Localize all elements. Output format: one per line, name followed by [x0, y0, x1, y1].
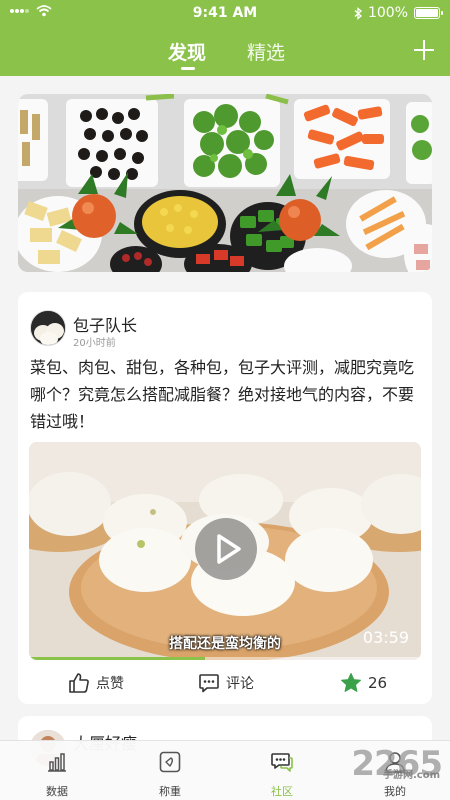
- tab-label: 我的: [384, 785, 406, 798]
- like-label: 点赞: [96, 676, 124, 692]
- star-icon: [341, 673, 361, 692]
- baozi-avatar-image: [31, 311, 65, 345]
- video-progress-fill: [29, 657, 206, 660]
- watermark-sub-text: 手游网: [382, 770, 413, 781]
- video-player[interactable]: 搭配还是蛮均衡的 03:59: [29, 442, 421, 660]
- battery-percent: 100%: [367, 5, 408, 21]
- add-post-button[interactable]: [412, 38, 436, 62]
- tab-discover[interactable]: 发现: [168, 38, 206, 65]
- bar-chart-icon: [48, 753, 66, 772]
- active-tab-indicator: [181, 67, 195, 70]
- like-button[interactable]: 点赞: [68, 672, 124, 694]
- tab-featured[interactable]: 精选: [247, 38, 285, 65]
- scale-icon: [159, 751, 181, 773]
- top-tabs: 发现 精选: [0, 38, 450, 74]
- video-progress-bar[interactable]: [29, 657, 421, 660]
- app-header: 9:41 AM 100% 发现 精选: [0, 0, 450, 76]
- bluetooth-icon: [354, 6, 362, 20]
- banner-image[interactable]: [18, 94, 432, 272]
- post-username[interactable]: 包子队长: [73, 312, 137, 336]
- thumbs-up-icon: [69, 673, 89, 693]
- site-watermark: 2265 手游网.com: [351, 744, 443, 784]
- play-icon: [217, 534, 241, 564]
- video-duration: 03:59: [362, 628, 409, 647]
- post-time: 20小时前: [73, 338, 116, 349]
- tab-label: 社区: [271, 785, 293, 798]
- comment-label: 评论: [226, 676, 254, 692]
- tab-data[interactable]: 数据: [12, 741, 102, 800]
- status-right: 100%: [354, 5, 443, 21]
- watermark-domain: .com: [412, 770, 440, 781]
- food-banner-illustration: [18, 94, 432, 272]
- comment-icon: [199, 674, 219, 693]
- avatar[interactable]: [30, 310, 66, 346]
- tab-label: 数据: [46, 785, 68, 798]
- favorite-count: 26: [368, 674, 388, 692]
- play-button[interactable]: [195, 518, 257, 580]
- post-actions: 点赞 评论 26: [18, 672, 432, 700]
- chat-icon: [271, 753, 293, 772]
- post-text[interactable]: 菜包、肉包、甜包，各种包，包子大评测，减肥究竟吃哪个？究竟怎么搭配减脂餐？绝对接…: [30, 354, 426, 435]
- favorite-button[interactable]: 26: [340, 672, 387, 694]
- tab-label: 称重: [159, 785, 181, 798]
- tab-weigh[interactable]: 称重: [125, 741, 215, 800]
- post-card[interactable]: 包子队长 20小时前 菜包、肉包、甜包，各种包，包子大评测，减肥究竟吃哪个？究竟…: [18, 292, 432, 704]
- watermark-sub: 手游网.com: [383, 766, 440, 781]
- battery-icon: [414, 7, 443, 19]
- status-bar: 9:41 AM 100%: [0, 0, 450, 26]
- tab-community[interactable]: 社区: [237, 741, 327, 800]
- comment-button[interactable]: 评论: [198, 672, 254, 694]
